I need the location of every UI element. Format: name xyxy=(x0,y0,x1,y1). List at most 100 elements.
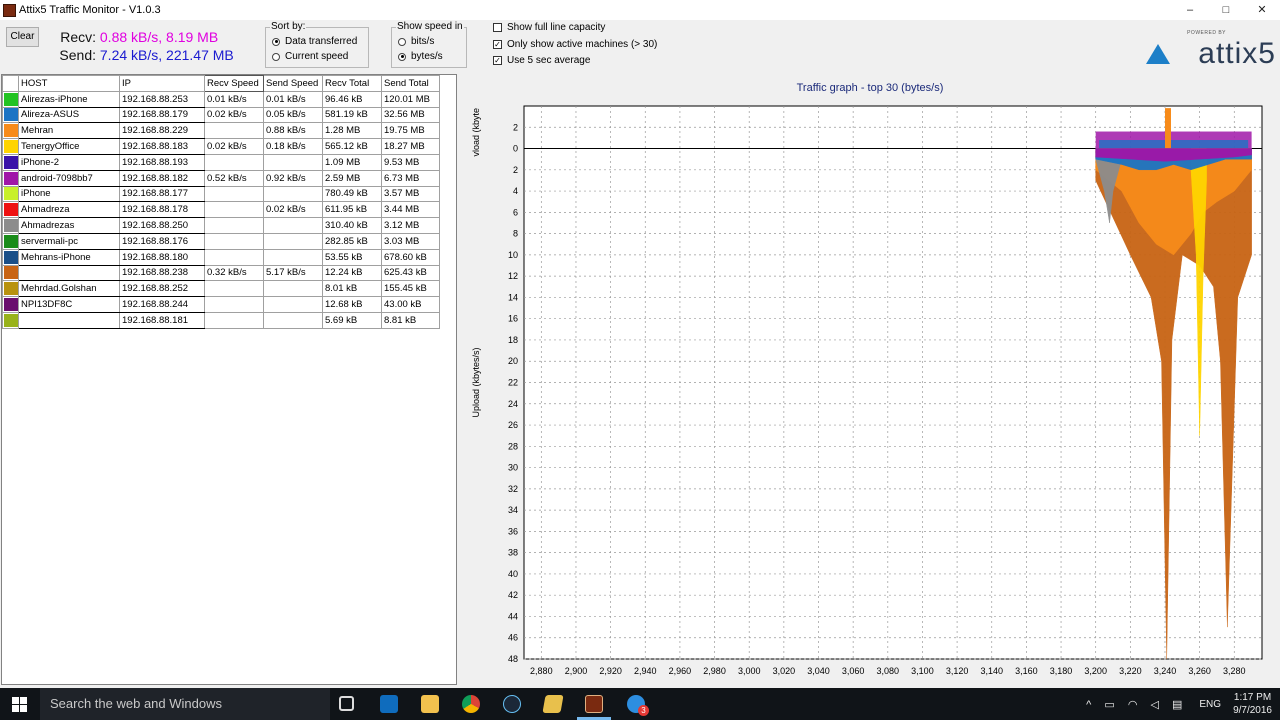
y-tick-label: 26 xyxy=(508,420,518,430)
attix5-taskbar-icon[interactable] xyxy=(585,695,603,713)
y-tick-label: 2 xyxy=(513,122,518,132)
checkbox-checked-icon: ✓ xyxy=(493,56,502,65)
table-row[interactable]: TenergyOffice 192.168.88.183 0.02 kB/s 0.18… xyxy=(2,138,440,155)
traffic-graph: 2,880 2,900 2,920 2,940 2,960 2,980 3,000 3,020… xyxy=(471,105,1263,676)
x-tick-label: 2,940 xyxy=(634,666,657,676)
cell-recv-total: 5.69 kB xyxy=(322,311,382,329)
cell-send-speed xyxy=(263,280,323,298)
cell-host: Mehrans-iPhone xyxy=(18,248,120,266)
header-send-speed[interactable]: Send Speed xyxy=(263,75,323,92)
full-line-capacity-checkbox[interactable]: Show full line capacity xyxy=(493,22,605,33)
cell-recv-total: 780.49 kB xyxy=(322,185,382,203)
cell-host: Mehran xyxy=(18,122,120,140)
y-tick-label: 10 xyxy=(508,250,518,260)
outlook-icon[interactable] xyxy=(380,695,398,713)
speed-bytes-radio[interactable]: bytes/s xyxy=(398,49,443,64)
file-explorer-icon[interactable] xyxy=(421,695,439,713)
table-row[interactable]: servermali-pc 192.168.88.176 282.85 kB 3.03… xyxy=(2,232,440,250)
cell-recv-speed xyxy=(204,248,264,266)
cell-recv-speed: 0.32 kB/s xyxy=(204,264,264,282)
cell-send-total: 3.44 MB xyxy=(381,201,440,219)
table-row[interactable]: Alirezas-iPhone 192.168.88.253 0.01 kB/s 0.… xyxy=(2,90,440,108)
x-tick-label: 3,120 xyxy=(946,666,969,676)
header-recv-total[interactable]: Recv Total xyxy=(322,75,382,92)
cell-recv-total: 8.01 kB xyxy=(322,280,382,298)
cell-recv-speed: 0.52 kB/s xyxy=(204,169,264,187)
cell-host: Ahmadreza xyxy=(18,201,120,219)
cell-host: iPhone-2 xyxy=(18,153,120,171)
language-indicator[interactable]: ENG xyxy=(1199,699,1221,710)
full-line-capacity-label: Show full line capacity xyxy=(507,22,606,33)
five-sec-average-checkbox[interactable]: ✓ Use 5 sec average xyxy=(493,55,590,66)
y-tick-label: 6 xyxy=(513,207,518,217)
table-row[interactable]: android-7098bb7 192.168.88.182 0.52 kB/s 0.… xyxy=(2,169,440,187)
cell-recv-speed: 0.01 kB/s xyxy=(204,90,264,108)
cell-recv-total: 12.24 kB xyxy=(322,264,382,282)
tray-icons[interactable]: ^ ▭ ◠ ◁ ▤ xyxy=(1086,698,1187,711)
cell-recv-total: 611.95 kB xyxy=(322,201,382,219)
table-row[interactable]: 192.168.88.181 5.69 kB 8.81 kB xyxy=(2,311,440,329)
speed-bytes-label: bytes/s xyxy=(411,51,443,62)
header-send-total[interactable]: Send Total xyxy=(381,75,440,92)
cell-send-total: 3.57 MB xyxy=(381,185,440,203)
maximize-button[interactable]: □ xyxy=(1208,0,1244,20)
cell-recv-speed xyxy=(204,153,264,171)
clock-date: 9/7/2016 xyxy=(1233,705,1272,716)
x-tick-label: 2,880 xyxy=(530,666,553,676)
traffic-summary: Recv: 0.88 kB/s, 8.19 MB Send: 7.24 kB/s… xyxy=(52,28,233,64)
cell-send-speed: 0.02 kB/s xyxy=(263,201,323,219)
table-row[interactable]: iPhone-2 192.168.88.193 1.09 MB 9.53 MB xyxy=(2,153,440,171)
messenger-icon[interactable]: 3 xyxy=(627,695,649,716)
steam-icon[interactable] xyxy=(503,695,521,713)
cell-send-total: 3.03 MB xyxy=(381,232,440,250)
header-recv-speed[interactable]: Recv Speed xyxy=(204,75,264,92)
table-row[interactable]: Mehrans-iPhone 192.168.88.180 53.55 kB 678.… xyxy=(2,248,440,266)
cell-host: Ahmadrezas xyxy=(18,217,120,234)
clear-button[interactable]: Clear xyxy=(6,27,39,47)
sort-data-transferred-radio[interactable]: Data transferred xyxy=(272,34,357,49)
sort-current-speed-radio[interactable]: Current speed xyxy=(272,49,357,64)
header-ip[interactable]: IP xyxy=(119,75,205,92)
folder-shortcut-icon[interactable] xyxy=(542,695,564,713)
header-host[interactable]: HOST xyxy=(18,75,120,92)
cell-host: iPhone xyxy=(18,185,120,203)
table-row[interactable]: Mehrdad.Golshan 192.168.88.252 8.01 kB 155.… xyxy=(2,280,440,298)
recv-label: Recv: xyxy=(60,29,96,45)
active-machines-checkbox[interactable]: ✓ Only show active machines (> 30) xyxy=(493,39,657,50)
cell-host: Alirezas-iPhone xyxy=(18,90,120,108)
minimize-button[interactable]: – xyxy=(1172,0,1208,20)
table-row[interactable]: Ahmadreza 192.168.88.178 0.02 kB/s 611.95 k… xyxy=(2,201,440,219)
download-area-blue xyxy=(1099,140,1249,149)
table-row[interactable]: Alireza-ASUS 192.168.88.179 0.02 kB/s 0.05 … xyxy=(2,106,440,124)
cell-ip: 192.168.88.183 xyxy=(119,138,205,155)
windows-start-icon[interactable] xyxy=(12,697,27,712)
clock[interactable]: 1:17 PM 9/7/2016 xyxy=(1233,691,1272,717)
table-row[interactable]: Mehran 192.168.88.229 0.88 kB/s 1.28 MB 19.7… xyxy=(2,122,440,140)
task-view-icon[interactable] xyxy=(339,696,354,711)
cell-send-total: 18.27 MB xyxy=(381,138,440,155)
table-row[interactable]: 192.168.88.238 0.32 kB/s 5.17 kB/s 12.24 kB… xyxy=(2,264,440,282)
cell-send-speed xyxy=(263,153,323,171)
cell-recv-speed xyxy=(204,122,264,140)
table-row[interactable]: iPhone 192.168.88.177 780.49 kB 3.57 MB xyxy=(2,185,440,203)
host-color-swatch xyxy=(2,122,19,140)
logo-wordmark: attix5 xyxy=(1198,37,1276,70)
clock-time: 1:17 PM xyxy=(1233,692,1272,703)
active-machines-label: Only show active machines (> 30) xyxy=(507,39,658,50)
table-row[interactable]: NPI13DF8C 192.168.88.244 12.68 kB 43.00 kB xyxy=(2,296,440,313)
y-tick-label: 20 xyxy=(508,356,518,366)
x-tick-label: 3,280 xyxy=(1223,666,1246,676)
taskbar-search-input[interactable]: Search the web and Windows xyxy=(40,688,330,720)
cell-recv-total: 1.28 MB xyxy=(322,122,382,140)
radio-selected-icon xyxy=(272,37,280,46)
speed-bits-radio[interactable]: bits/s xyxy=(398,34,443,49)
table-row[interactable]: Ahmadrezas 192.168.88.250 310.40 kB 3.12 MB xyxy=(2,217,440,234)
chrome-icon[interactable] xyxy=(462,695,480,713)
sort-data-transferred-label: Data transferred xyxy=(285,36,358,47)
cell-send-total: 32.56 MB xyxy=(381,106,440,124)
attix5-logo: POWERED BY attix5 xyxy=(1146,28,1276,70)
cell-send-speed xyxy=(263,232,323,250)
cell-ip: 192.168.88.250 xyxy=(119,217,205,234)
x-tick-label: 3,180 xyxy=(1050,666,1073,676)
close-button[interactable]: ✕ xyxy=(1244,0,1280,20)
